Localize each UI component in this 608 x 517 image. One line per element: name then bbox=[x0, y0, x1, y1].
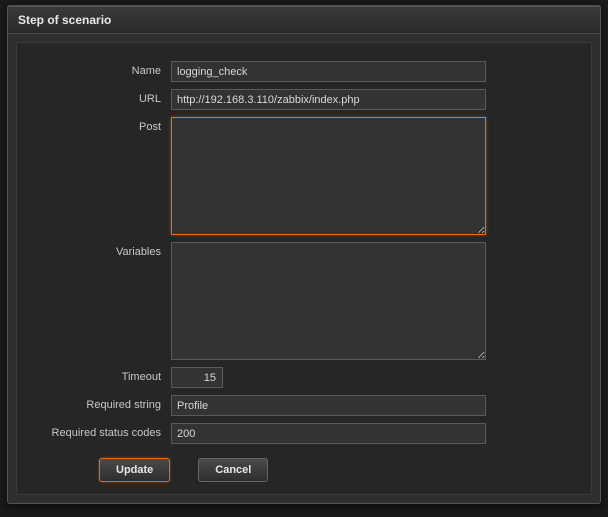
variables-label: Variables bbox=[31, 242, 171, 258]
dialog-body: Name URL Post Variables Timeout Required bbox=[8, 34, 600, 503]
row-name: Name bbox=[31, 61, 577, 82]
required-status-codes-input[interactable] bbox=[171, 423, 486, 444]
post-label: Post bbox=[31, 117, 171, 133]
required-status-codes-label: Required status codes bbox=[31, 423, 171, 439]
required-string-label: Required string bbox=[31, 395, 171, 411]
step-of-scenario-dialog: Step of scenario Name URL Post Variables… bbox=[7, 5, 601, 504]
timeout-label: Timeout bbox=[31, 367, 171, 383]
button-row: Update Cancel bbox=[31, 458, 577, 482]
post-textarea[interactable] bbox=[171, 117, 486, 235]
row-required-string: Required string bbox=[31, 395, 577, 416]
url-input[interactable] bbox=[171, 89, 486, 110]
required-string-input[interactable] bbox=[171, 395, 486, 416]
dialog-title: Step of scenario bbox=[8, 6, 600, 34]
row-timeout: Timeout bbox=[31, 367, 577, 388]
variables-textarea[interactable] bbox=[171, 242, 486, 360]
update-button[interactable]: Update bbox=[99, 458, 170, 482]
row-variables: Variables bbox=[31, 242, 577, 360]
row-url: URL bbox=[31, 89, 577, 110]
timeout-input[interactable] bbox=[171, 367, 223, 388]
name-input[interactable] bbox=[171, 61, 486, 82]
url-label: URL bbox=[31, 89, 171, 105]
row-required-status-codes: Required status codes bbox=[31, 423, 577, 444]
form-panel: Name URL Post Variables Timeout Required bbox=[16, 42, 592, 495]
cancel-button[interactable]: Cancel bbox=[198, 458, 268, 482]
name-label: Name bbox=[31, 61, 171, 77]
row-post: Post bbox=[31, 117, 577, 235]
